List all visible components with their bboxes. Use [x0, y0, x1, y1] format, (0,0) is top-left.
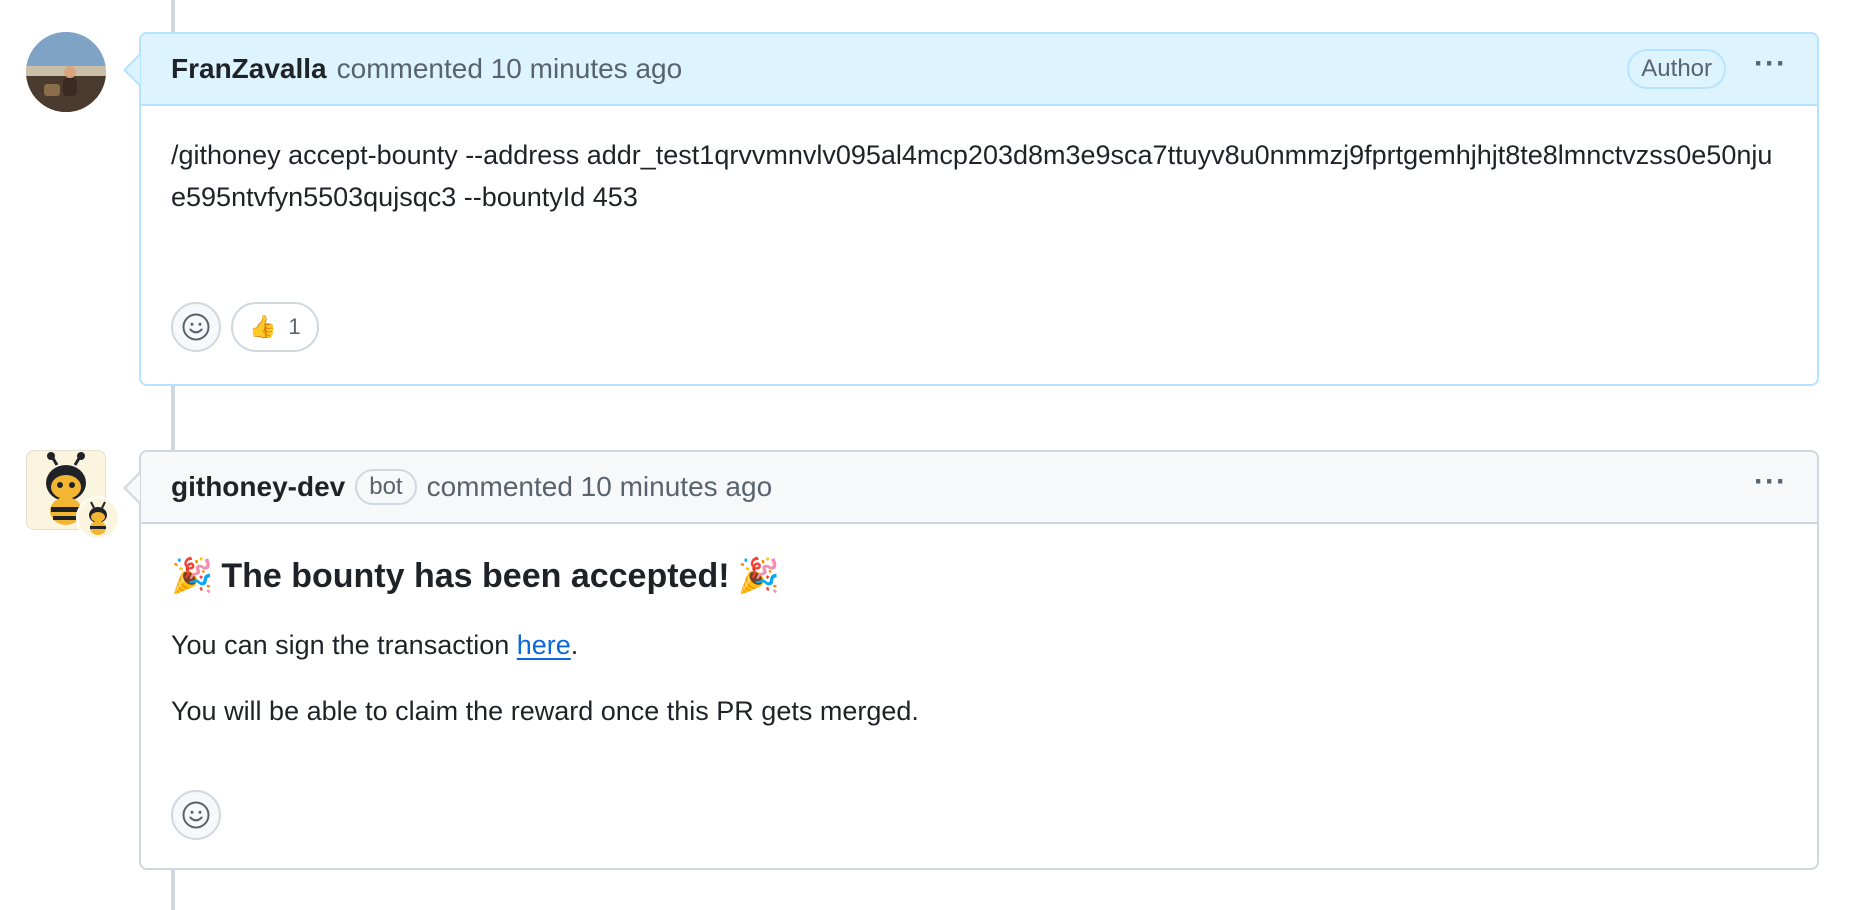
sign-transaction-link[interactable]: here — [517, 630, 571, 660]
comment-timestamp[interactable]: commented 10 minutes ago — [427, 471, 773, 503]
comment-body: 🎉 The bounty has been accepted! 🎉 You ca… — [141, 524, 1817, 732]
kebab-horizontal-icon[interactable]: ··· — [1754, 467, 1787, 507]
bot-badge: bot — [355, 469, 417, 505]
party-popper-icon: 🎉 — [171, 557, 214, 595]
thumbs-up-reaction-button[interactable]: 👍 1 — [231, 302, 319, 352]
comment-author-link[interactable]: FranZavalla — [171, 53, 327, 85]
sign-suffix: . — [570, 630, 579, 660]
smiley-icon — [182, 313, 210, 341]
comment-header: FranZavalla commented 10 minutes ago Aut… — [141, 34, 1817, 106]
sign-transaction-paragraph: You can sign the transaction here. — [171, 624, 1787, 666]
reactions-bar — [171, 790, 221, 840]
heading-text: The bounty has been accepted! — [221, 557, 730, 595]
comment-timestamp[interactable]: commented 10 minutes ago — [337, 53, 683, 85]
bee-small-icon — [89, 501, 107, 535]
avatar-photo — [26, 32, 106, 112]
reaction-count: 1 — [288, 314, 301, 339]
reactions-bar: 👍 1 — [171, 302, 319, 352]
avatar-franzavalla[interactable] — [26, 32, 106, 112]
smiley-icon — [182, 801, 210, 829]
sign-prefix: You can sign the transaction — [171, 630, 517, 660]
comment-header: githoney-dev bot commented 10 minutes ag… — [141, 452, 1817, 524]
claim-reward-paragraph: You will be able to claim the reward onc… — [171, 696, 919, 726]
party-popper-icon: 🎉 — [737, 557, 780, 595]
comment-githoney-dev: githoney-dev bot commented 10 minutes ag… — [123, 450, 1819, 870]
timeline: FranZavalla commented 10 minutes ago Aut… — [0, 0, 1852, 910]
author-role-badge: Author — [1627, 49, 1727, 89]
add-reaction-button[interactable] — [171, 790, 221, 840]
add-reaction-button[interactable] — [171, 302, 221, 352]
kebab-horizontal-icon[interactable]: ··· — [1754, 49, 1787, 89]
bot-app-badge-avatar — [76, 496, 120, 540]
thumbs-up-icon: 👍 — [249, 314, 277, 339]
comment-franzavalla: FranZavalla commented 10 minutes ago Aut… — [123, 32, 1819, 386]
comment-author-link[interactable]: githoney-dev — [171, 471, 345, 503]
comment-body: /githoney accept-bounty --address addr_t… — [141, 106, 1817, 218]
bounty-accepted-heading: 🎉 The bounty has been accepted! 🎉 — [171, 552, 1787, 600]
comment-text: /githoney accept-bounty --address addr_t… — [171, 140, 1773, 212]
